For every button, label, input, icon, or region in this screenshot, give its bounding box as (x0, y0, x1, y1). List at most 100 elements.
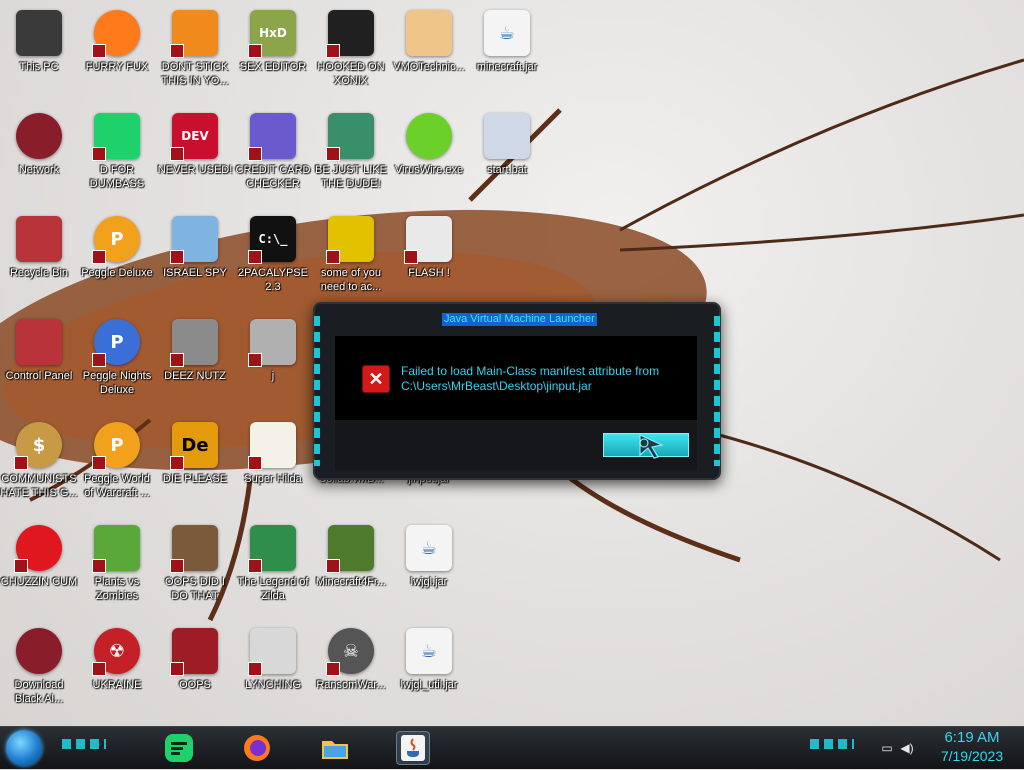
shortcut-arrow-icon (248, 662, 262, 676)
desktop-icon[interactable]: start.bat (468, 107, 546, 203)
desktop-icon[interactable]: The Legend of Zilda (234, 519, 312, 615)
shortcut-arrow-icon (248, 250, 262, 264)
taskbar-firefox-button[interactable] (240, 731, 274, 765)
flash-cards-icon (404, 216, 452, 264)
desktop-icon[interactable]: HxD SEX EDITOR (234, 4, 312, 100)
desktop-icon[interactable]: P Peggle Deluxe (78, 210, 156, 306)
desktop-icon[interactable]: ☕ minecraft.jar (468, 4, 546, 100)
desktop-icon[interactable]: DEV NEVER USED! (156, 107, 234, 203)
taskbar-clock[interactable]: 6:19 AM 7/19/2023 (930, 729, 1014, 765)
desktop-icon-label: Plants vs Zombies (94, 576, 140, 602)
shortcut-arrow-icon (326, 662, 340, 676)
computer-icon (16, 10, 62, 56)
desktop-icon[interactable]: P Peggle Nights Deluxe (78, 313, 156, 409)
taskbar-chat-app-button[interactable] (162, 731, 196, 765)
desktop-icon-label: LYNCHING (244, 679, 302, 691)
shortcut-arrow-icon (248, 353, 262, 367)
desktop-icon-label: start.bat (487, 164, 527, 176)
desktop-icon-label: VirusWire.exe (394, 164, 464, 176)
desktop-icon[interactable]: Network (0, 107, 78, 203)
desktop-icon[interactable]: This PC (0, 4, 78, 100)
shortcut-arrow-icon (326, 147, 340, 161)
desktop-icon[interactable]: ☕ lwjgl.jar (390, 519, 468, 615)
desktop-icon-label: CHUZZIN CUM (0, 576, 78, 588)
volume-icon[interactable]: ◀) (900, 741, 914, 755)
desktop-icon[interactable]: BE JUST LIKE THE DUDE! (312, 107, 390, 203)
desktop-icon-label: lwjgl.jar (410, 576, 448, 588)
desktop-icon-label: D FOR DUMBASS (89, 164, 145, 190)
batch-gear-icon (484, 113, 530, 159)
de-letters-icon: De (170, 422, 218, 470)
desktop-icon[interactable]: Minecraft4Fr... (312, 519, 390, 615)
desktop-icon-label: BE JUST LIKE THE DUDE! (315, 164, 387, 190)
desktop-icon[interactable]: VMOTechnic... (390, 4, 468, 100)
desktop-icon-label: 2PACALYPSE 2.3 (238, 267, 308, 293)
desktop-icon-label: DIE PLEASE (162, 473, 228, 485)
shortcut-arrow-icon (248, 559, 262, 573)
desktop-icon[interactable]: ☕ lwjgl_util.jar (390, 622, 468, 718)
desktop-icon[interactable]: CHUZZIN CUM (0, 519, 78, 615)
taskbar: ▭ ◀) 6:19 AM 7/19/2023 (0, 726, 1024, 769)
desktop-icon[interactable]: D FOR DUMBASS (78, 107, 156, 203)
ok-button[interactable] (603, 433, 689, 459)
chuzzle-icon (14, 525, 62, 573)
desktop-icon[interactable]: C:\_ 2PACALYPSE 2.3 (234, 210, 312, 306)
error-message: Failed to load Main-Class manifest attri… (401, 364, 660, 393)
desktop-icon[interactable]: FLASH ! (390, 210, 468, 306)
desktop-icon[interactable]: ISRAEL SPY (156, 210, 234, 306)
desktop-icon[interactable]: OOPS DID I DO THAT (156, 519, 234, 615)
radiation-icon: ☢ (92, 628, 140, 676)
desktop-icon-label: Download Black Al... (14, 679, 64, 705)
taskbar-file-explorer-button[interactable] (318, 731, 352, 765)
desktop-icon[interactable]: Download Black Al... (0, 622, 78, 718)
chat-bubble-icon (165, 734, 193, 762)
network-icon[interactable]: ▭ (880, 741, 894, 755)
desktop-icon[interactable]: ☠ RansomWar... (312, 622, 390, 718)
desktop-icon[interactable]: HOOKED ON XONIX (312, 4, 390, 100)
desktop-icon[interactable]: DONT STICK THIS IN YO... (156, 4, 234, 100)
desktop-icon-label: lwjgl_util.jar (400, 679, 458, 691)
shortcut-arrow-icon (326, 44, 340, 58)
taskbar-java-button[interactable] (396, 731, 430, 765)
portrait-icon (170, 525, 218, 573)
cursor-arrow-icon (639, 434, 664, 459)
shortcut-arrow-icon (170, 559, 184, 573)
desktop-icon[interactable]: P Peggle World of Warcraft ... (78, 416, 156, 512)
money-bag-icon: $ (14, 422, 62, 470)
desktop-icon[interactable]: Recycle Bin (0, 210, 78, 306)
credit-card-icon (248, 113, 296, 161)
desktop-icon[interactable]: LYNCHING (234, 622, 312, 718)
desktop-icon[interactable]: OOPS (156, 622, 234, 718)
desktop-icon-label: ISRAEL SPY (163, 267, 227, 279)
desktop-icon[interactable]: Control Panel (0, 313, 78, 409)
desktop-icon-label: UKRAINE (92, 679, 142, 691)
shortcut-arrow-icon (170, 147, 184, 161)
shortcut-arrow-icon (92, 559, 106, 573)
desktop-icon[interactable]: Plants vs Zombies (78, 519, 156, 615)
desktop-icon-label: SEX EDITOR (239, 61, 307, 73)
start-orb-icon[interactable] (6, 730, 42, 766)
desktop-icon-label: Control Panel (5, 370, 73, 382)
desktop-icon[interactable]: CREDIT CARD CHECKER (234, 107, 312, 203)
desktop-icon[interactable]: DEEZ NUTZ (156, 313, 234, 409)
pixel-art-icon (248, 422, 296, 470)
desktop-icon[interactable]: j (234, 313, 312, 409)
recycle-bin-icon (16, 216, 62, 262)
java-icon: ☕ (406, 525, 452, 571)
plant-icon (92, 525, 140, 573)
firefox-icon (244, 735, 270, 761)
desktop-icon-label: Network (18, 164, 60, 176)
desktop-icon[interactable]: VirusWire.exe (390, 107, 468, 203)
shortcut-arrow-icon (248, 456, 262, 470)
shortcut-arrow-icon (14, 456, 28, 470)
desktop-icon[interactable]: some of you need to ac... (312, 210, 390, 306)
desktop-icon[interactable]: ☢ UKRAINE (78, 622, 156, 718)
desktop-icon[interactable]: De DIE PLEASE (156, 416, 234, 512)
desktop-icon-label: Super Hilda (244, 473, 302, 485)
elf-icon (326, 113, 374, 161)
desktop-icon-label: j (271, 370, 275, 382)
desktop-icon[interactable]: Super Hilda (234, 416, 312, 512)
shortcut-arrow-icon (92, 353, 106, 367)
desktop-icon[interactable]: $ COMMUNISTS HATE THIS G... (0, 416, 78, 512)
desktop-icon[interactable]: FURRY FUX (78, 4, 156, 100)
